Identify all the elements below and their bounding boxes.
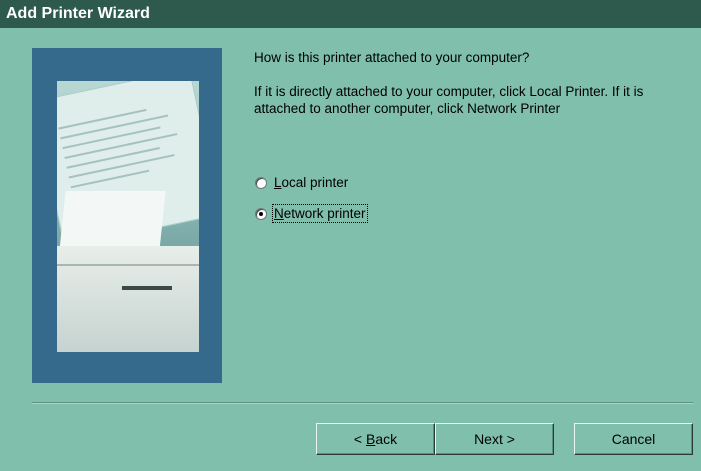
network-printer-option[interactable]: Network printer [255, 204, 368, 223]
local-printer-radio[interactable] [255, 176, 267, 189]
window-title: Add Printer Wizard [6, 5, 150, 22]
printer-illustration-icon [57, 81, 199, 352]
question-text: How is this printer attached to your com… [254, 50, 530, 65]
network-printer-label[interactable]: Network printer [272, 204, 368, 223]
description-text: If it is directly attached to your compu… [254, 84, 644, 116]
printer-body-graphic [57, 246, 199, 352]
local-printer-option[interactable]: Local printer [255, 175, 348, 190]
separator [32, 402, 693, 404]
side-panel [32, 48, 222, 383]
next-button[interactable]: Next > [435, 423, 554, 455]
title-bar: Add Printer Wizard [0, 0, 701, 28]
back-button[interactable]: < Back [316, 423, 435, 455]
local-printer-label[interactable]: Local printer [274, 175, 348, 190]
cancel-button[interactable]: Cancel [574, 423, 693, 455]
network-printer-radio[interactable] [255, 207, 267, 220]
